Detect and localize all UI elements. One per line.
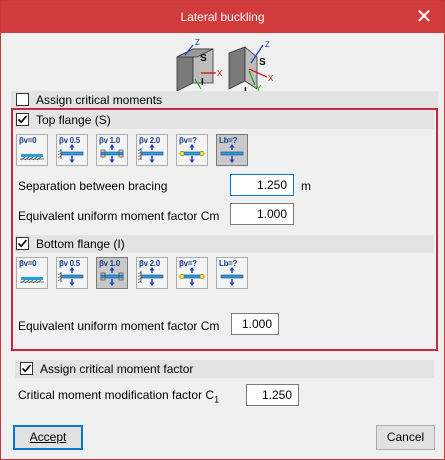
assign-critical-moments-label: Assign critical moments <box>36 93 163 107</box>
assign-critical-moments-checkbox[interactable] <box>16 93 29 106</box>
assign-critical-moment-factor-label: Assign critical moment factor <box>40 362 194 376</box>
top-beta-v-custom-button-label: βv=? <box>179 136 197 145</box>
top-lb-custom-button-label: Lb=? <box>219 136 238 145</box>
axis-x-label: X <box>217 69 223 78</box>
assign-critical-moment-factor-checkbox[interactable] <box>20 362 33 375</box>
bottom-beta-v-0.5-button[interactable]: βv 0.5 <box>56 257 88 289</box>
top-beta-v-custom-button[interactable]: βv=? <box>176 134 208 166</box>
top-cm-label: Equivalent uniform moment factor Cm <box>18 209 220 223</box>
separation-input[interactable]: 1.250 <box>230 174 294 196</box>
top-beta-v-1.0-button-label: βv 1.0 <box>99 136 120 145</box>
top-beta-v-0.5-button-label: βv 0.5 <box>59 136 80 145</box>
modification-factor-text: Critical moment modification factor C <box>18 388 215 402</box>
beam-section-diagram: Z S X I Z S X Y I <box>176 39 274 95</box>
separation-unit: m <box>301 179 311 193</box>
flange-s-label: S <box>200 53 207 64</box>
assign-critical-moments-row[interactable]: Assign critical moments <box>11 91 438 109</box>
axis-z-label: Z <box>195 39 200 47</box>
top-flange-checkbox[interactable] <box>16 113 29 126</box>
top-beta-v-0-button-label: βv=0 <box>19 136 37 145</box>
accept-button-label: Accept <box>29 430 67 444</box>
cancel-button[interactable]: Cancel <box>376 425 435 450</box>
flange-i-label: I <box>201 77 204 88</box>
top-beta-v-2.0-button-label: βv 2.0 <box>139 136 160 145</box>
bottom-cm-label: Equivalent uniform moment factor Cm <box>18 319 220 333</box>
accept-button[interactable]: Accept <box>13 425 83 450</box>
bottom-beta-v-1.0-button-label: βv 1.0 <box>99 259 120 268</box>
bottom-beta-v-custom-button[interactable]: βv=? <box>176 257 208 289</box>
flange-s-label-2: S <box>259 57 266 68</box>
top-flange-restraint-toolbar: βv=0 βv 0.5 βv 1.0 βv 2.0 βv=? Lb=? <box>16 134 256 166</box>
bottom-beta-v-1.0-button[interactable]: βv 1.0 <box>96 257 128 289</box>
top-beta-v-2.0-button[interactable]: βv 2.0 <box>136 134 168 166</box>
bottom-beta-v-0.5-button-label: βv 0.5 <box>59 259 80 268</box>
dialog-window: Lateral buckling ✕ Z S X I Z S X Y I <box>0 0 445 460</box>
separation-label: Separation between bracing <box>18 179 168 193</box>
top-beta-v-0-button[interactable]: βv=0 <box>16 134 48 166</box>
assign-critical-moment-factor-row[interactable]: Assign critical moment factor <box>15 360 434 378</box>
bottom-beta-v-2.0-button[interactable]: βv 2.0 <box>136 257 168 289</box>
top-beta-v-1.0-button[interactable]: βv 1.0 <box>96 134 128 166</box>
modification-factor-input[interactable]: 1.250 <box>246 384 299 406</box>
modification-factor-label: Critical moment modification factor C1 <box>18 388 219 404</box>
check-icon <box>17 239 28 248</box>
close-icon[interactable]: ✕ <box>412 5 436 29</box>
top-flange-row[interactable]: Top flange (S) <box>15 111 434 129</box>
bottom-flange-row[interactable]: Bottom flange (I) <box>15 235 434 253</box>
dialog-body: Z S X I Z S X Y I Assign critical moment… <box>2 33 443 459</box>
bottom-beta-v-2.0-button-label: βv 2.0 <box>139 259 160 268</box>
title-bar[interactable]: Lateral buckling ✕ <box>1 1 444 33</box>
axis-z-label-2: Z <box>265 40 270 49</box>
check-icon <box>17 115 28 124</box>
bottom-lb-custom-button[interactable]: Lb=? <box>216 257 248 289</box>
bottom-flange-checkbox[interactable] <box>16 237 29 250</box>
check-icon <box>21 364 32 373</box>
top-flange-label: Top flange (S) <box>36 113 111 127</box>
bottom-beta-v-0-button[interactable]: βv=0 <box>16 257 48 289</box>
bottom-lb-custom-button-label: Lb=? <box>219 259 238 268</box>
bottom-beta-v-custom-button-label: βv=? <box>179 259 197 268</box>
modification-factor-subscript: 1 <box>214 394 220 405</box>
bottom-cm-input[interactable]: 1.000 <box>231 313 279 335</box>
top-beta-v-0.5-button[interactable]: βv 0.5 <box>56 134 88 166</box>
top-cm-input[interactable]: 1.000 <box>230 203 294 225</box>
axis-x-label-2: X <box>268 74 274 83</box>
bottom-flange-restraint-toolbar: βv=0 βv 0.5 βv 1.0 βv 2.0 βv=? Lb=? <box>16 257 256 289</box>
bottom-flange-label: Bottom flange (I) <box>36 237 125 251</box>
window-title: Lateral buckling <box>180 10 265 24</box>
bottom-beta-v-0-button-label: βv=0 <box>19 259 37 268</box>
top-lb-custom-button[interactable]: Lb=? <box>216 134 248 166</box>
